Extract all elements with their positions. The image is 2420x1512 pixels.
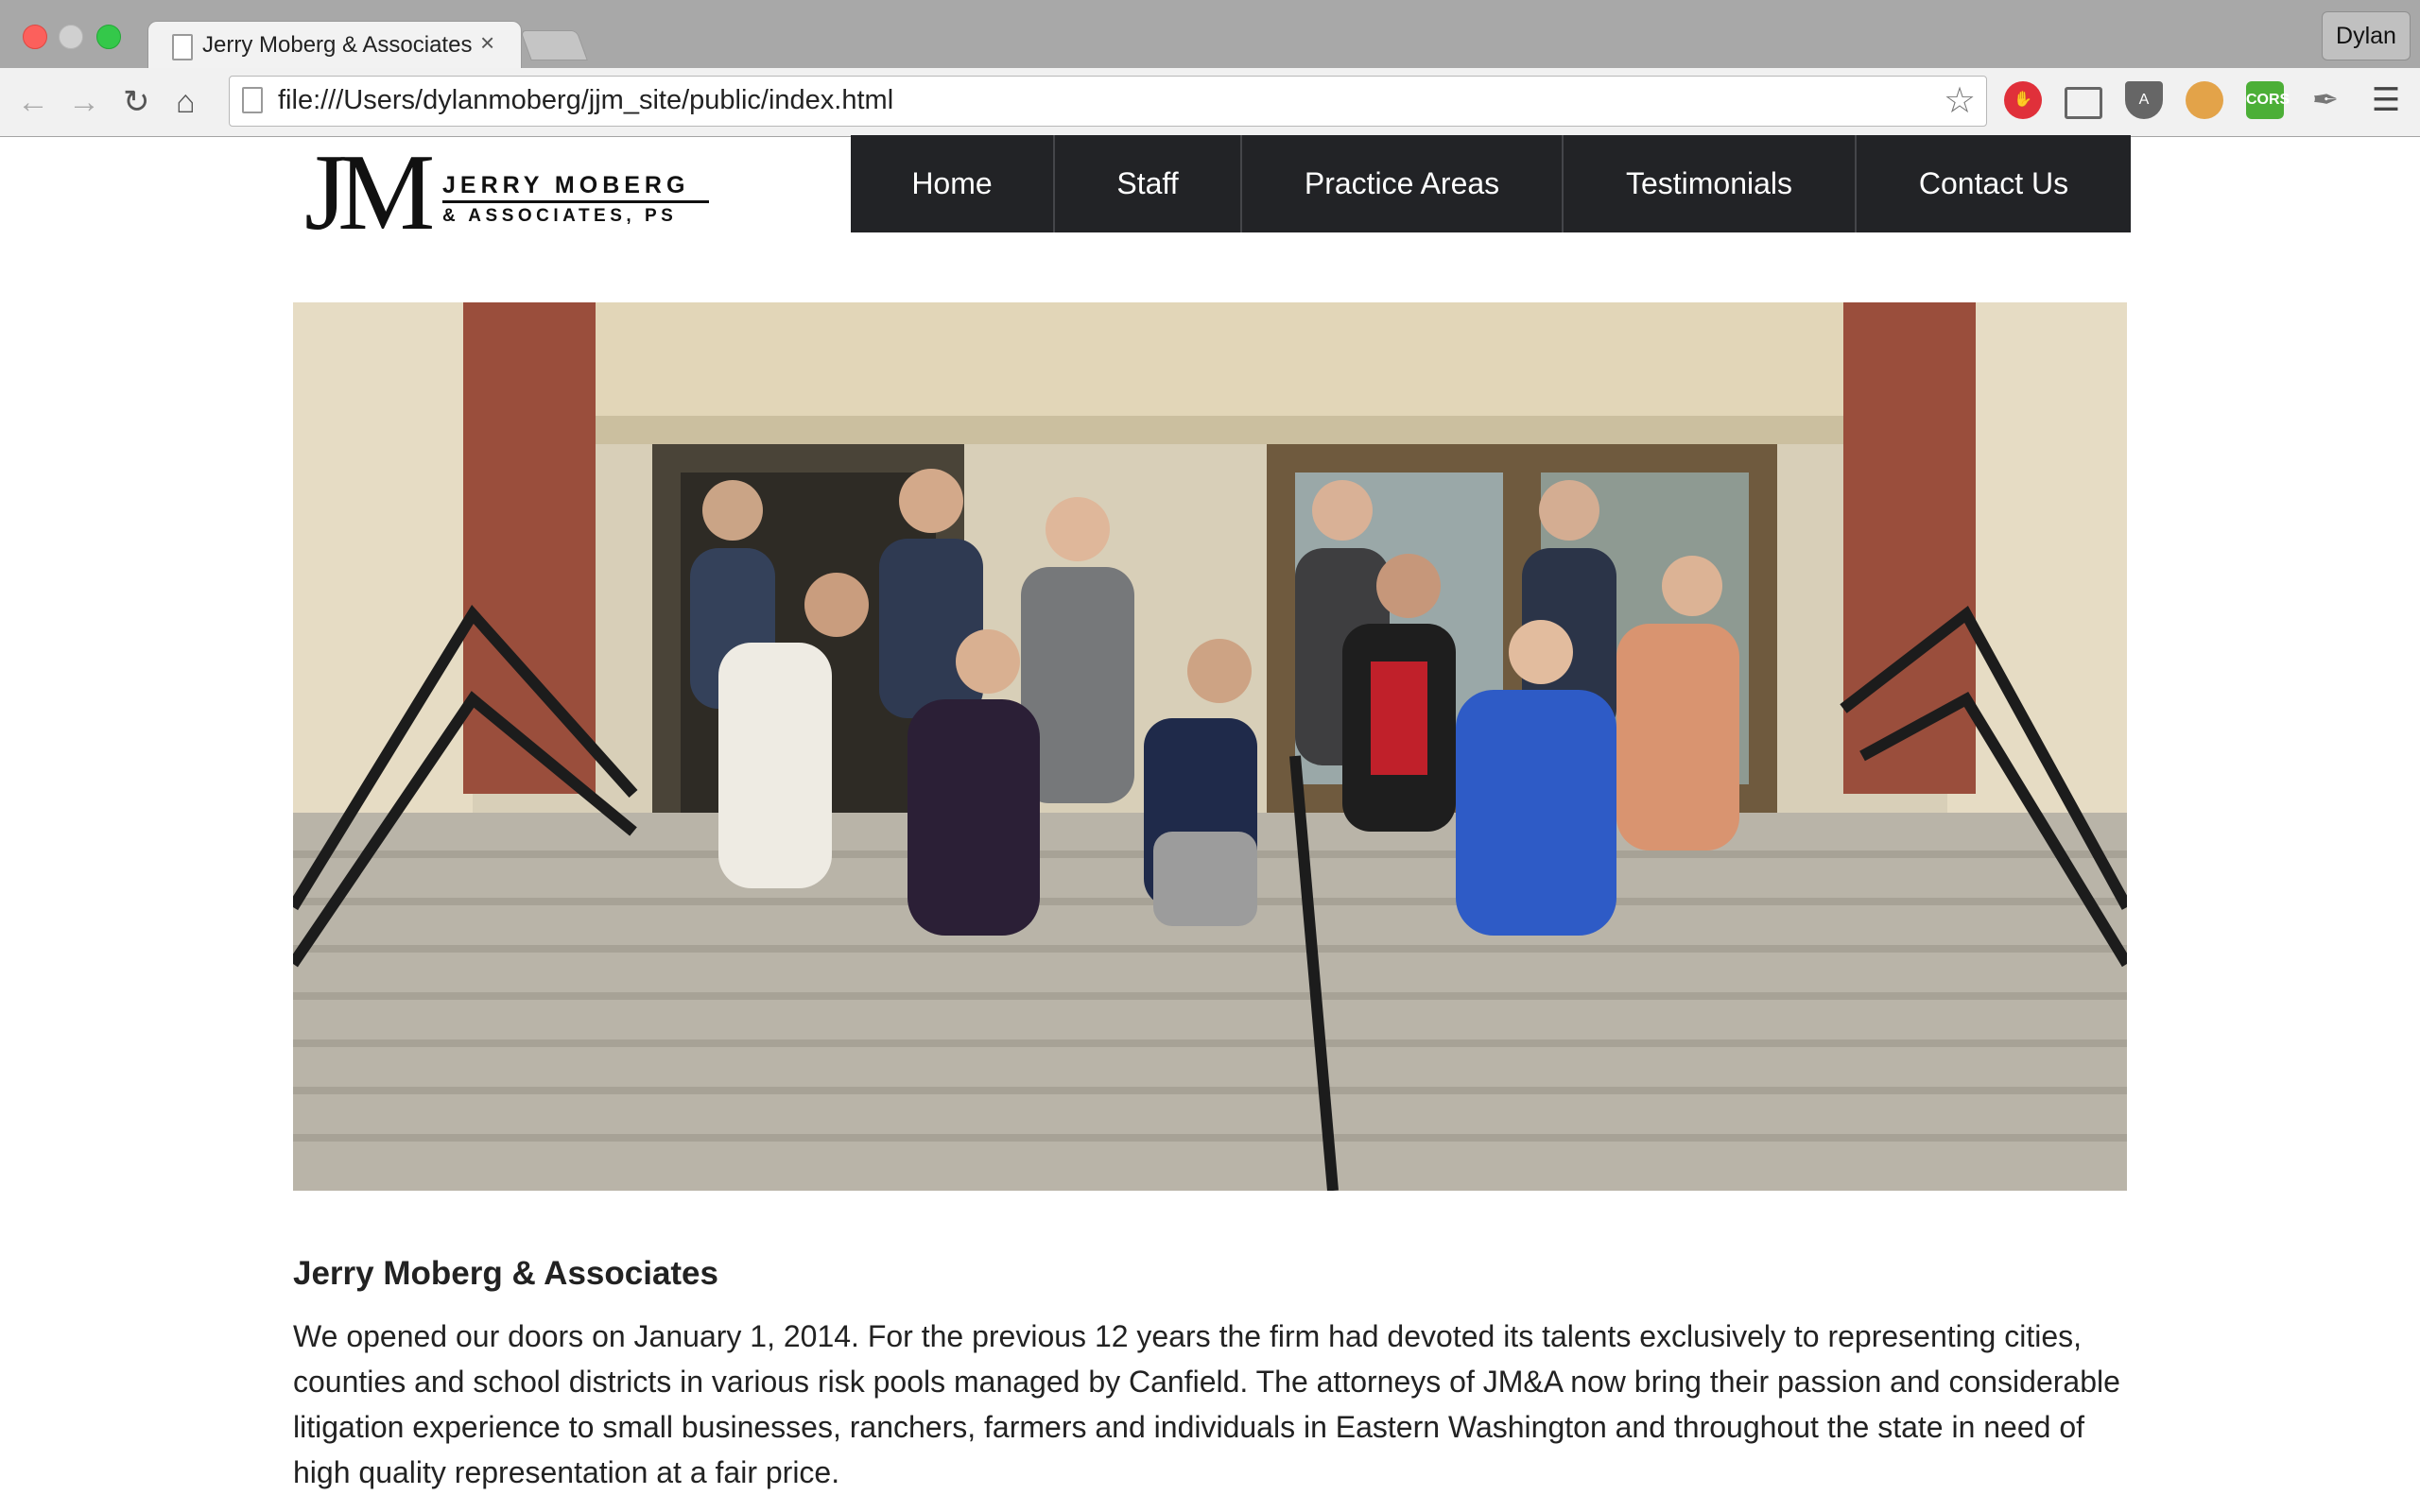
logo-line-1: JERRY MOBERG bbox=[442, 172, 690, 198]
logo-rule bbox=[442, 200, 709, 203]
hero-team-photo bbox=[293, 302, 2127, 1191]
page-favicon-icon bbox=[172, 34, 193, 60]
eyedropper-icon[interactable]: ✒ bbox=[2307, 81, 2344, 119]
nav-item-staff[interactable]: Staff bbox=[1053, 135, 1240, 232]
profile-button[interactable]: Dylan bbox=[2322, 11, 2411, 60]
nav-item-contact-us[interactable]: Contact Us bbox=[1855, 135, 2131, 232]
nav-item-practice-areas[interactable]: Practice Areas bbox=[1240, 135, 1562, 232]
content-title: Jerry Moberg & Associates bbox=[293, 1255, 718, 1292]
main-navigation: Home Staff Practice Areas Testimonials C… bbox=[851, 135, 2131, 232]
cast-icon[interactable] bbox=[2065, 87, 2102, 119]
window-minimize-button[interactable] bbox=[59, 25, 83, 49]
menu-icon[interactable]: ☰ bbox=[2367, 81, 2405, 119]
cors-icon[interactable]: CORS bbox=[2246, 81, 2290, 119]
forward-icon[interactable]: → bbox=[68, 83, 100, 121]
home-icon[interactable]: ⌂ bbox=[176, 83, 196, 121]
nav-item-home[interactable]: Home bbox=[851, 135, 1053, 232]
window-maximize-button[interactable] bbox=[96, 25, 121, 49]
reload-icon[interactable]: ↻ bbox=[123, 83, 150, 121]
nav-item-testimonials[interactable]: Testimonials bbox=[1562, 135, 1855, 232]
tab-close-icon[interactable]: × bbox=[480, 28, 494, 58]
stop-icon[interactable]: ✋ bbox=[2004, 81, 2042, 119]
logo-initials: JM bbox=[304, 132, 435, 253]
page-icon bbox=[242, 87, 263, 113]
shield-icon[interactable]: A bbox=[2125, 81, 2163, 119]
window-close-button[interactable] bbox=[23, 25, 47, 49]
logo-line-2: & ASSOCIATES, PS bbox=[442, 206, 678, 226]
cookie-icon[interactable] bbox=[2186, 81, 2223, 119]
content-body: We opened our doors on January 1, 2014. … bbox=[293, 1319, 2120, 1489]
site-logo[interactable]: JM JERRY MOBERG & ASSOCIATES, PS bbox=[304, 136, 711, 250]
tab-title: Jerry Moberg & Associates bbox=[202, 32, 473, 58]
bookmark-star-icon[interactable]: ☆ bbox=[1944, 79, 1976, 122]
new-tab-button[interactable] bbox=[520, 30, 588, 60]
url-text[interactable]: file:///Users/dylanmoberg/jjm_site/publi… bbox=[278, 85, 893, 116]
back-icon[interactable]: ← bbox=[17, 83, 49, 121]
